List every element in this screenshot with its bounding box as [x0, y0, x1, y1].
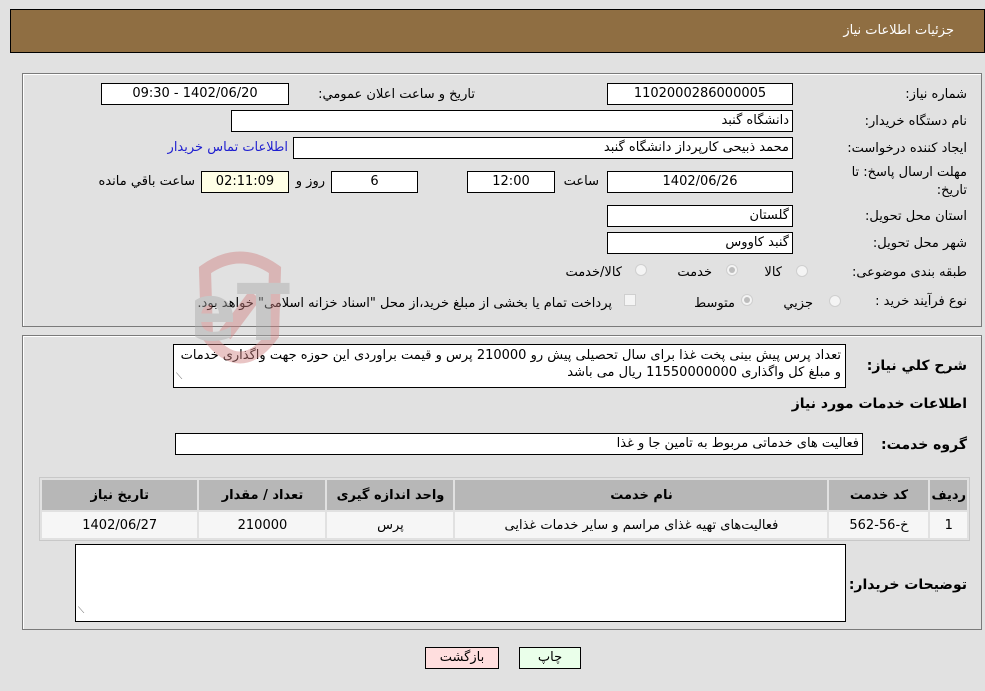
services-table: رديف کد خدمت نام خدمت واحد اندازه گيری ت…: [39, 477, 970, 541]
table-header-row: رديف کد خدمت نام خدمت واحد اندازه گيری ت…: [42, 480, 967, 510]
cell-need-date: 1402/06/27: [42, 512, 198, 538]
category-option-goods: کالا: [764, 265, 782, 280]
remaining-label: ساعت باقي مانده: [98, 174, 195, 189]
service-group-field: فعاليت های خدماتی مربوط به تامين جا و غذ…: [175, 433, 863, 455]
col-service-name: نام خدمت: [455, 480, 828, 510]
deadline-time-field: 12:00: [467, 171, 555, 193]
province-label: استان محل تحويل:: [865, 209, 967, 224]
days-label: روز و: [295, 174, 325, 189]
process-radio-minor[interactable]: [829, 295, 841, 307]
treasury-note: پرداخت تمام يا بخشی از مبلغ خريد،از محل …: [197, 296, 612, 311]
process-label: نوع فرآيند خريد :: [875, 294, 967, 309]
process-option-medium: متوسط: [694, 296, 735, 311]
category-radio-goods-service[interactable]: [635, 264, 647, 276]
category-option-service: خدمت: [677, 265, 712, 280]
remaining-time-field: 02:11:09: [201, 171, 289, 193]
deadline-label-line1: مهلت ارسال پاسخ: تا: [851, 165, 967, 180]
service-group-label: گروه خدمت:: [881, 437, 967, 453]
resize-grip-icon[interactable]: ⟋: [78, 603, 84, 620]
category-option-goods-service: کالا/خدمت: [565, 265, 622, 280]
col-service-code: کد خدمت: [829, 480, 929, 510]
city-label: شهر محل تحويل:: [872, 236, 967, 251]
services-title: اطلاعات خدمات مورد نياز: [791, 396, 967, 412]
deadline-date-field: 1402/06/26: [607, 171, 793, 193]
page-header: جزئيات اطلاعات نياز: [10, 9, 985, 53]
col-need-date: تاريخ نياز: [42, 480, 198, 510]
cell-service-name: فعالیت‌های تهیه غذای مراسم و سایر خدمات …: [455, 512, 828, 538]
buyer-notes-label: توضيحات خريدار:: [848, 577, 967, 593]
cell-row-number: 1: [930, 512, 967, 538]
announce-label: تاريخ و ساعت اعلان عمومي:: [318, 87, 475, 102]
summary-label: شرح کلي نياز:: [866, 358, 967, 374]
category-radio-service[interactable]: [726, 264, 738, 276]
cell-quantity: 210000: [199, 512, 326, 538]
category-label: طبقه بندی موضوعی:: [851, 265, 967, 280]
creator-field: محمد ذبیحی کارپرداز دانشگاه گنبد: [293, 137, 793, 159]
process-option-minor: جزيي: [783, 296, 813, 311]
table-row: 1 خ-56-562 فعالیت‌های تهیه غذای مراسم و …: [42, 512, 967, 538]
resize-grip-icon[interactable]: ⟋: [176, 369, 182, 386]
buyer-org-label: نام دستگاه خريدار:: [864, 114, 967, 129]
remaining-days-field: 6: [331, 171, 418, 193]
col-row-number: رديف: [930, 480, 967, 510]
need-number-field: 1102000286000005: [607, 83, 793, 105]
process-radio-medium[interactable]: [741, 294, 753, 306]
need-number-label: شماره نياز:: [905, 87, 967, 102]
buyer-notes-textarea[interactable]: ⟋: [75, 544, 846, 622]
buyer-contact-link[interactable]: اطلاعات تماس خريدار: [168, 140, 288, 155]
col-unit: واحد اندازه گيری: [327, 480, 454, 510]
cell-service-code: خ-56-562: [829, 512, 929, 538]
summary-text: تعداد پرس پیش بینی پخت غذا برای سال تحصی…: [180, 348, 841, 380]
deadline-time-label: ساعت: [563, 174, 599, 189]
cell-unit: پرس: [327, 512, 454, 538]
summary-textarea[interactable]: تعداد پرس پیش بینی پخت غذا برای سال تحصی…: [173, 344, 846, 388]
buyer-org-field: دانشگاه گنبد: [231, 110, 793, 132]
announce-field: 1402/06/20 - 09:30: [101, 83, 289, 105]
deadline-label-line2: تاريخ:: [936, 183, 967, 198]
back-button[interactable]: بازگشت: [425, 647, 499, 669]
treasury-checkbox[interactable]: [624, 294, 636, 306]
category-radio-goods[interactable]: [796, 265, 808, 277]
page-title: جزئيات اطلاعات نياز: [843, 23, 954, 38]
col-quantity: تعداد / مقدار: [199, 480, 326, 510]
city-field: گنبد کاووس: [607, 232, 793, 254]
province-field: گلستان: [607, 205, 793, 227]
print-button[interactable]: چاپ: [519, 647, 581, 669]
creator-label: ايجاد کننده درخواست:: [847, 141, 967, 156]
